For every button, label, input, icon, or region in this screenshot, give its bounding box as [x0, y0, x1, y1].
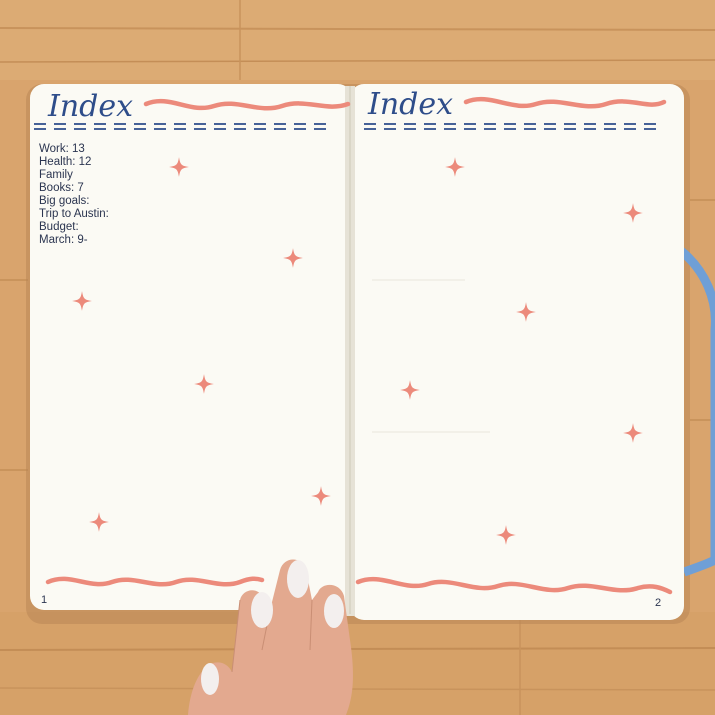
fingernail [324, 594, 344, 628]
fingernail [287, 560, 309, 598]
right-page-title: Index [367, 87, 453, 122]
index-entry: Work: 13 [39, 143, 85, 155]
right-page [350, 84, 684, 620]
index-entry: March: 9- [39, 234, 88, 246]
fingernail [201, 663, 219, 695]
left-page-number: 1 [41, 594, 47, 606]
left-page-title: Index [47, 89, 133, 124]
fingernail [251, 592, 273, 628]
journal-photo: Index Work: 13 Health: 12 Family Books: … [0, 0, 715, 715]
right-page-number: 2 [655, 597, 661, 609]
index-entry: Budget: [39, 221, 79, 233]
index-entry: Family [39, 169, 73, 181]
index-entry: Health: 12 [39, 156, 91, 168]
index-entry: Big goals: [39, 195, 90, 207]
index-entry: Books: 7 [39, 182, 84, 194]
index-entry: Trip to Austin: [39, 208, 109, 220]
